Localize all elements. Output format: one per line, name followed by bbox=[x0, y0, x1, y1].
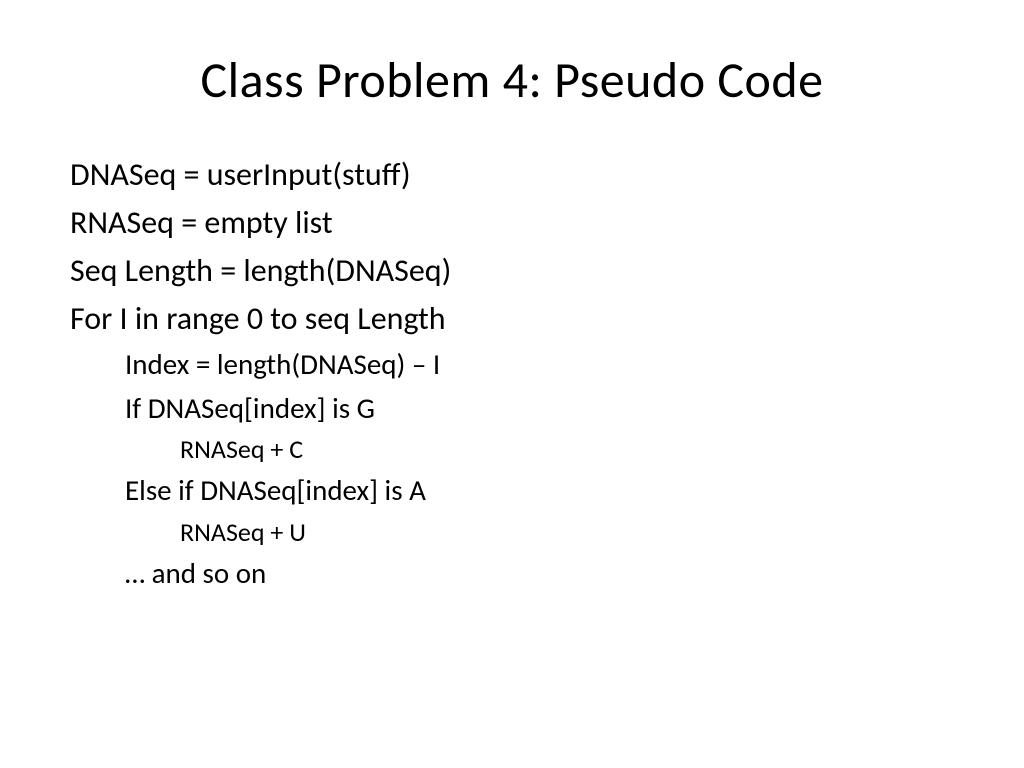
code-line: RNASeq = empty list bbox=[70, 199, 954, 247]
code-line: DNASeq = userInput(stuff) bbox=[70, 151, 954, 199]
code-line: RNASeq + C bbox=[70, 430, 954, 469]
code-line: Else if DNASeq[index] is A bbox=[70, 469, 954, 513]
code-line: If DNASeq[index] is G bbox=[70, 387, 954, 431]
slide-content: DNASeq = userInput(stuff) RNASeq = empty… bbox=[70, 151, 954, 595]
code-line: … and so on bbox=[70, 552, 954, 596]
slide-title: Class Problem 4: Pseudo Code bbox=[70, 50, 954, 111]
code-line: RNASeq + U bbox=[70, 513, 954, 552]
code-line: Seq Length = length(DNASeq) bbox=[70, 247, 954, 295]
code-line: Index = length(DNASeq) – I bbox=[70, 343, 954, 387]
code-line: For I in range 0 to seq Length bbox=[70, 295, 954, 343]
